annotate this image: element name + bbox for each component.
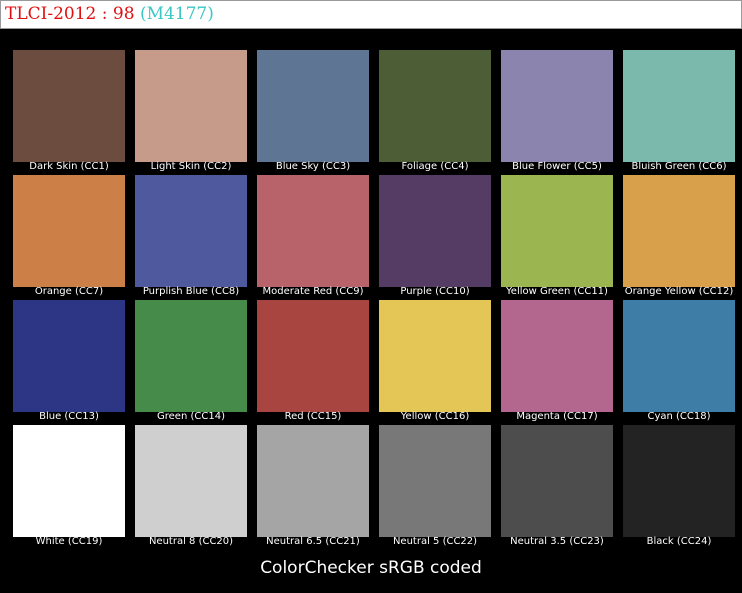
color-patch: Purplish Blue (CC8) <box>135 175 247 297</box>
color-swatch <box>257 300 369 412</box>
color-patch: Magenta (CC17) <box>501 300 613 422</box>
color-patch: Red (CC15) <box>257 300 369 422</box>
chart-title: TLCI-2012 : 98 (M4177) <box>5 3 214 25</box>
patch-label: Neutral 5 (CC22) <box>392 536 478 547</box>
color-swatch <box>13 300 125 412</box>
patch-label: Bluish Green (CC6) <box>631 161 727 172</box>
color-swatch <box>501 425 613 537</box>
color-patch: Neutral 8 (CC20) <box>135 425 247 547</box>
color-swatch <box>623 425 735 537</box>
color-swatch <box>135 300 247 412</box>
color-swatch <box>379 300 491 412</box>
patch-label: White (CC19) <box>35 536 103 547</box>
color-swatch <box>379 50 491 162</box>
patch-label: Yellow Green (CC11) <box>506 286 608 297</box>
patch-label: Red (CC15) <box>284 411 342 422</box>
color-swatch <box>379 425 491 537</box>
color-patch: Blue Sky (CC3) <box>257 50 369 172</box>
color-patch: Green (CC14) <box>135 300 247 422</box>
patch-label: Light Skin (CC2) <box>150 161 232 172</box>
color-patch: Yellow (CC16) <box>379 300 491 422</box>
color-patch: Neutral 5 (CC22) <box>379 425 491 547</box>
color-swatch <box>501 300 613 412</box>
patch-label: Neutral 3.5 (CC23) <box>510 536 604 547</box>
patch-label: Neutral 8 (CC20) <box>148 536 234 547</box>
color-patch: Blue Flower (CC5) <box>501 50 613 172</box>
chart-caption: ColorChecker sRGB coded <box>260 558 482 578</box>
color-patch: Orange Yellow (CC12) <box>623 175 735 297</box>
color-swatch <box>135 425 247 537</box>
color-patch: Cyan (CC18) <box>623 300 735 422</box>
color-patch: Dark Skin (CC1) <box>13 50 125 172</box>
color-patch: Neutral 3.5 (CC23) <box>501 425 613 547</box>
patch-label: Cyan (CC18) <box>647 411 711 422</box>
patch-label: Green (CC14) <box>157 411 225 422</box>
patch-label: Yellow (CC16) <box>400 411 470 422</box>
patch-label: Orange Yellow (CC12) <box>624 286 734 297</box>
patch-label: Purplish Blue (CC8) <box>142 286 240 297</box>
color-swatch <box>379 175 491 287</box>
color-swatch <box>135 175 247 287</box>
patch-label: Purple (CC10) <box>400 286 470 297</box>
color-swatch <box>623 50 735 162</box>
color-swatch <box>13 175 125 287</box>
color-swatch <box>623 300 735 412</box>
color-swatch <box>501 50 613 162</box>
color-patch: Bluish Green (CC6) <box>623 50 735 172</box>
color-patch: Yellow Green (CC11) <box>501 175 613 297</box>
patch-label: Dark Skin (CC1) <box>29 161 109 172</box>
patch-label: Foliage (CC4) <box>401 161 469 172</box>
color-swatch <box>623 175 735 287</box>
patch-label: Orange (CC7) <box>34 286 104 297</box>
tlci-score: TLCI-2012 : 98 <box>5 4 135 24</box>
color-patch: Light Skin (CC2) <box>135 50 247 172</box>
chart-header: TLCI-2012 : 98 (M4177) <box>0 0 742 29</box>
color-patch: Orange (CC7) <box>13 175 125 297</box>
color-patch: Blue (CC13) <box>13 300 125 422</box>
patch-label: Black (CC24) <box>646 536 712 547</box>
color-checker-grid: Dark Skin (CC1) Light Skin (CC2) Blue Sky … <box>13 50 735 547</box>
color-swatch <box>257 50 369 162</box>
patch-label: Moderate Red (CC9) <box>262 286 364 297</box>
color-swatch <box>13 50 125 162</box>
color-swatch <box>135 50 247 162</box>
color-swatch <box>257 425 369 537</box>
patch-label: Blue Flower (CC5) <box>512 161 602 172</box>
color-swatch <box>501 175 613 287</box>
measurement-code: (M4177) <box>139 4 214 24</box>
patch-label: Blue (CC13) <box>39 411 99 422</box>
color-patch: Foliage (CC4) <box>379 50 491 172</box>
color-swatch <box>13 425 125 537</box>
color-patch: Neutral 6.5 (CC21) <box>257 425 369 547</box>
color-patch: Purple (CC10) <box>379 175 491 297</box>
color-patch: Black (CC24) <box>623 425 735 547</box>
color-swatch <box>257 175 369 287</box>
patch-label: Blue Sky (CC3) <box>275 161 351 172</box>
patch-label: Neutral 6.5 (CC21) <box>266 536 360 547</box>
patch-label: Magenta (CC17) <box>516 411 598 422</box>
color-patch: Moderate Red (CC9) <box>257 175 369 297</box>
color-patch: White (CC19) <box>13 425 125 547</box>
